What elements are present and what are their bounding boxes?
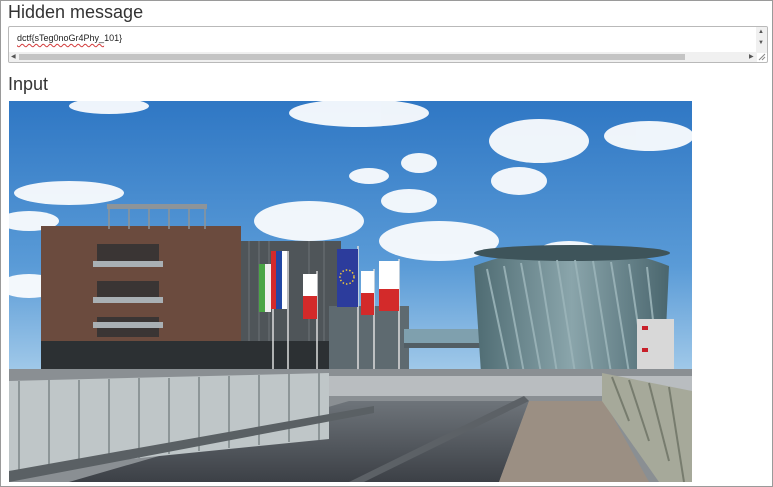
scroll-left-icon[interactable]: ◀	[11, 53, 16, 61]
hidden-message-textarea[interactable]: dctf{sTeg0noGr4Phy_101} ▲ ▼ ◀ ▶	[8, 26, 768, 63]
app-window: Hidden message dctf{sTeg0noGr4Phy_101} ▲…	[0, 0, 773, 487]
horizontal-scroll-thumb[interactable]	[19, 54, 685, 60]
scroll-down-icon[interactable]: ▼	[758, 40, 764, 46]
hidden-message-value-flagged: dctf{sTeg0noGr4Phy_	[17, 33, 105, 43]
vertical-scrollbar[interactable]: ▲ ▼	[756, 27, 767, 53]
hidden-message-value-rest: 101}	[104, 33, 123, 43]
resize-grip-icon[interactable]	[758, 53, 766, 61]
scroll-right-icon[interactable]: ▶	[749, 53, 754, 61]
input-heading: Input	[8, 74, 49, 94]
horizontal-scrollbar[interactable]: ◀ ▶	[9, 52, 757, 62]
input-image-illustration	[9, 101, 692, 482]
scroll-up-icon[interactable]: ▲	[758, 29, 764, 35]
hidden-message-text: dctf{sTeg0noGr4Phy_101}	[17, 33, 122, 43]
hidden-message-heading: Hidden message	[8, 2, 144, 22]
input-image	[9, 101, 692, 482]
